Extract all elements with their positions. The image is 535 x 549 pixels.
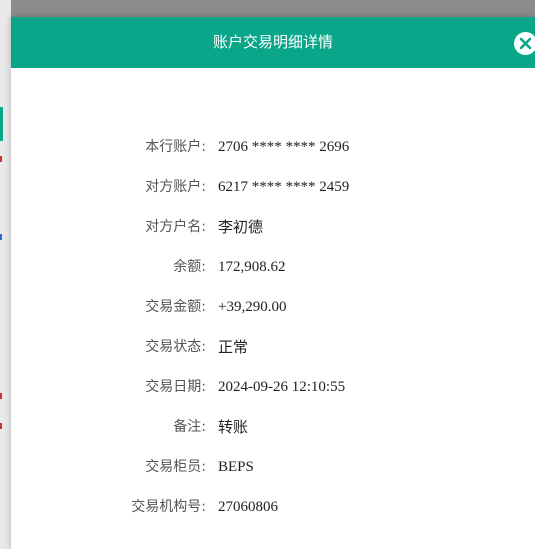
detail-value-counterparty-account: 6217 **** **** 2459 [218,179,350,195]
background-mark [0,423,2,429]
detail-row-teller: 交易柜员: BEPS [11,447,535,487]
detail-value-institution: 27060806 [218,499,278,515]
detail-value-amount: +39,290.00 [218,299,287,315]
detail-row-status: 交易状态: 正常 [11,327,535,367]
background-mark [0,234,2,240]
detail-row-date: 交易日期: 2024-09-26 12:10:55 [11,367,535,407]
detail-row-amount: 交易金额: +39,290.00 [11,287,535,327]
detail-value-remark: 转账 [218,418,249,436]
detail-value-date: 2024-09-26 12:10:55 [218,379,346,395]
close-icon [519,37,532,50]
detail-row-balance: 余额: 172,908.62 [11,247,535,287]
dialog-header: 账户交易明细详情 [11,17,535,68]
close-button[interactable] [514,32,535,55]
detail-row-counterparty-account: 对方账户: 6217 **** **** 2459 [11,167,535,207]
page-backdrop [0,0,535,8]
transaction-detail-dialog: 账户交易明细详情 本行账户: 2706 **** **** 2696 对方账户: 62… [11,17,535,549]
dialog-title: 账户交易明细详情 [212,33,333,51]
detail-row-own-account: 本行账户: 2706 **** **** 2696 [11,127,535,167]
detail-label-teller: 交易柜员: [145,459,206,475]
detail-label-own-account: 本行账户: [145,139,206,155]
detail-value-balance: 172,908.62 [218,259,286,275]
detail-list: 本行账户: 2706 **** **** 2696 对方账户: 6217 **** *… [11,127,535,527]
detail-value-teller: BEPS [218,459,254,475]
background-accent-mark [0,107,3,141]
detail-label-amount: 交易金额: [145,299,206,315]
detail-value-own-account: 2706 **** **** 2696 [218,139,350,155]
detail-label-counterparty-name: 对方户名: [145,219,206,235]
background-page-edge [0,0,11,549]
background-mark [0,156,2,162]
detail-label-remark: 备注: [173,419,206,435]
detail-value-counterparty-name: 李初德 [218,218,264,236]
detail-label-status: 交易状态: [145,339,206,355]
detail-label-counterparty-account: 对方账户: [145,179,206,195]
detail-label-institution: 交易机构号: [131,499,206,515]
detail-row-institution: 交易机构号: 27060806 [11,487,535,527]
background-mark [0,393,2,399]
detail-row-remark: 备注: 转账 [11,407,535,447]
detail-row-counterparty-name: 对方户名: 李初德 [11,207,535,247]
detail-value-status: 正常 [218,338,249,356]
detail-label-date: 交易日期: [145,379,206,395]
detail-label-balance: 余额: [173,259,206,275]
